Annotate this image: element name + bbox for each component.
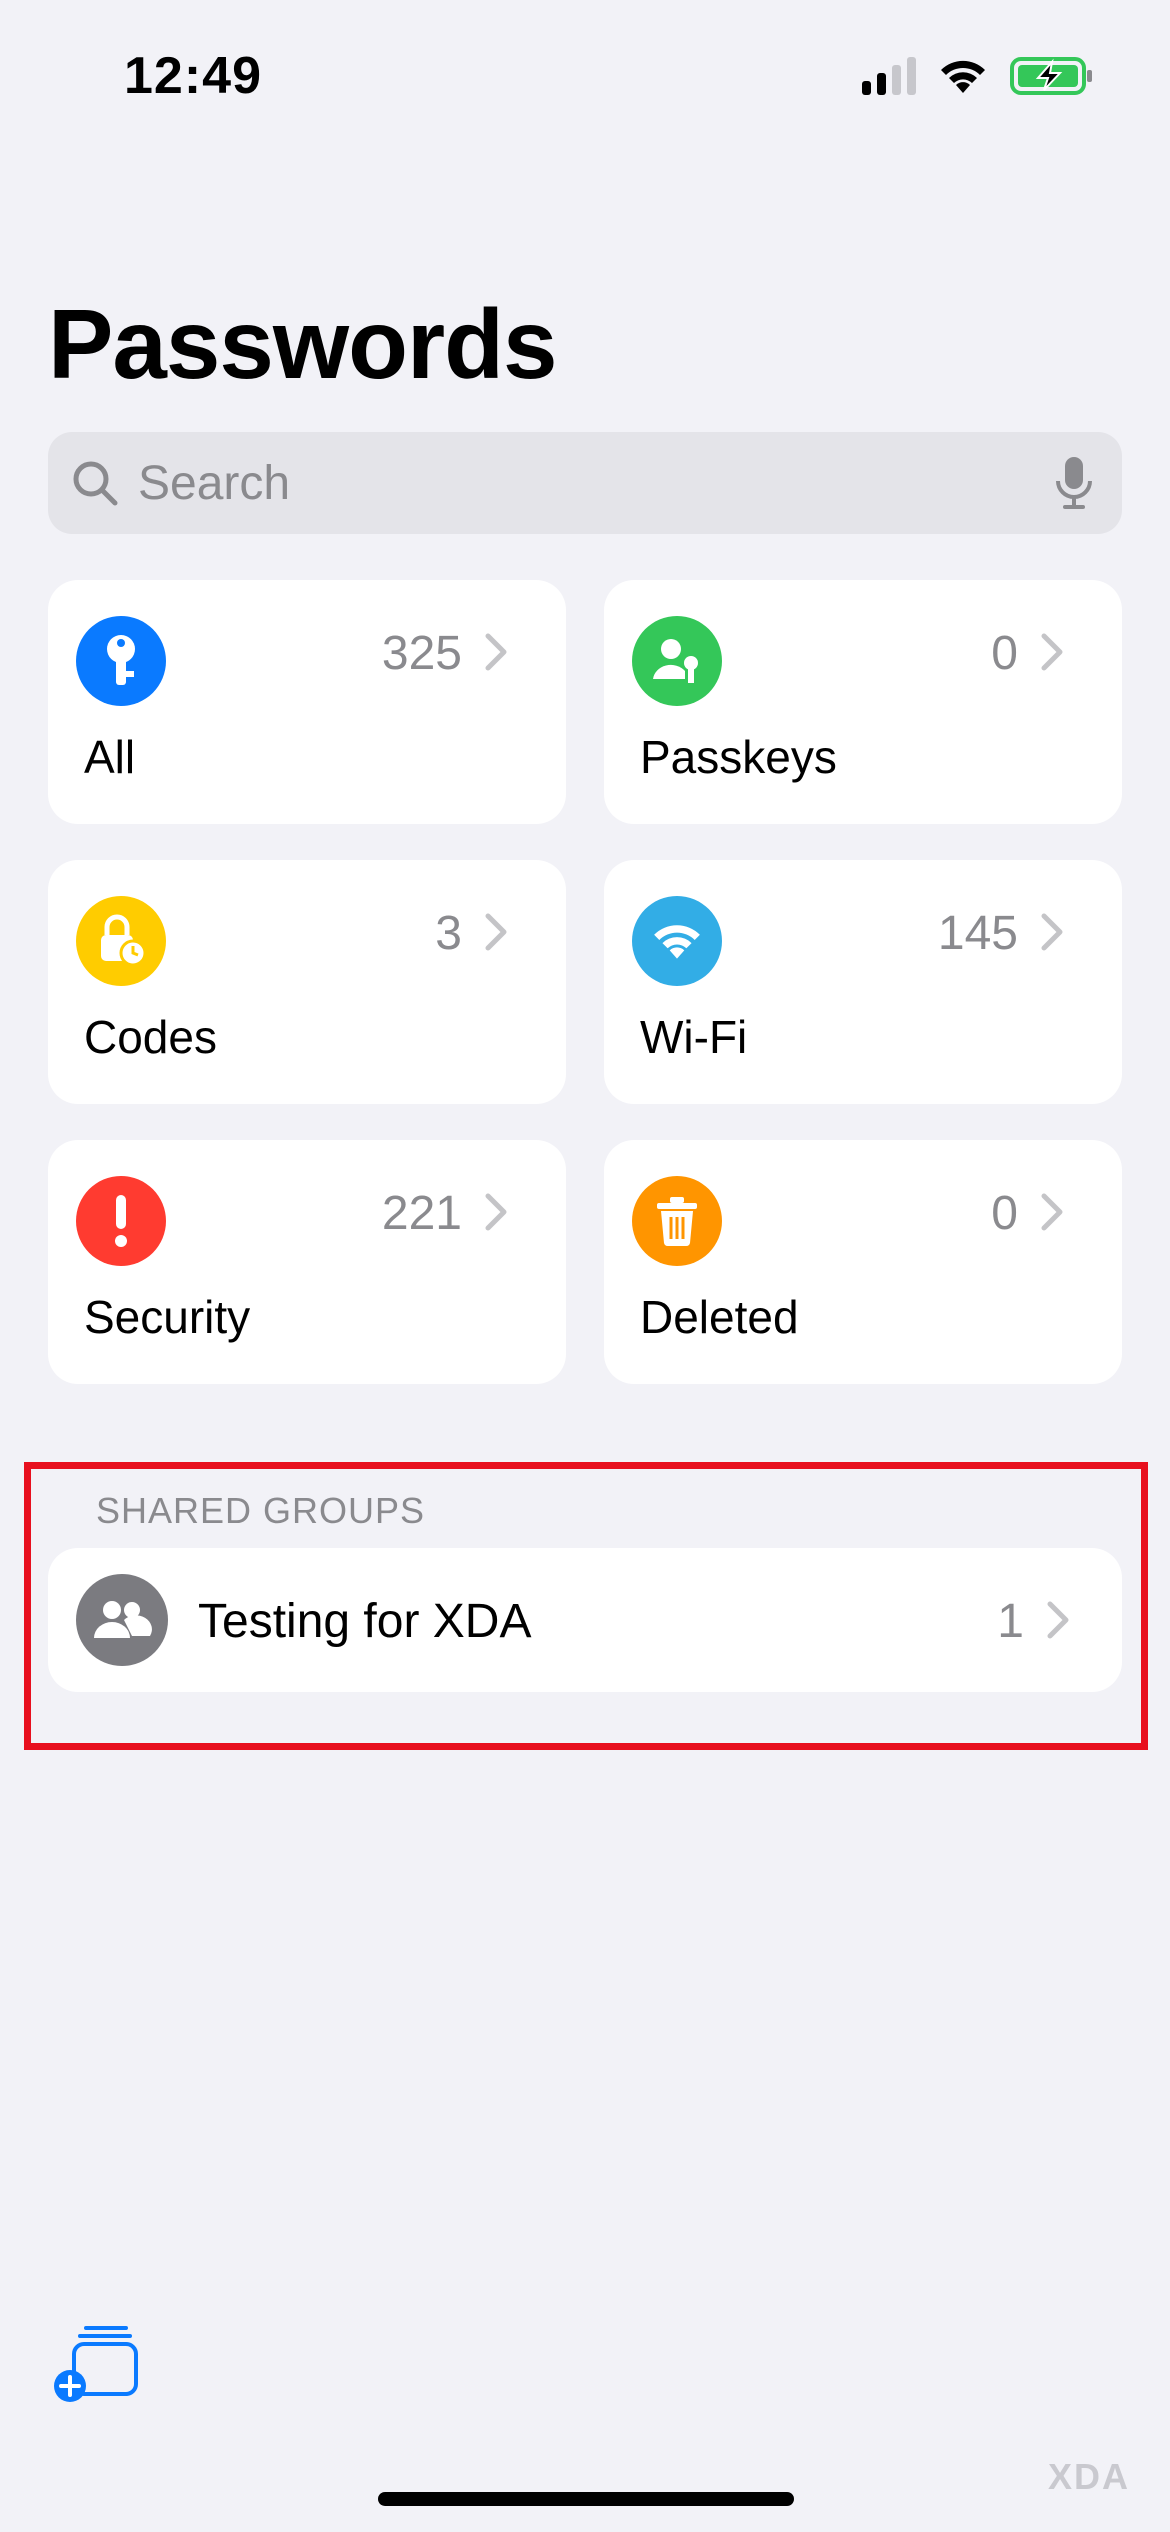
tile-count: 3 — [435, 907, 462, 960]
key-icon — [76, 616, 166, 706]
chevron-right-icon — [1041, 633, 1063, 671]
person-key-icon — [632, 616, 722, 706]
shared-group-count: 1 — [997, 1595, 1024, 1648]
chevron-right-icon — [485, 913, 507, 951]
people-icon — [76, 1574, 168, 1666]
tile-count: 221 — [381, 1187, 462, 1240]
passwords-screen: 12:49 Passwords Search 325 All 0 Passkey… — [0, 0, 1170, 2532]
tile-label: Security — [84, 1291, 251, 1343]
chevron-right-icon — [485, 1193, 507, 1231]
tile-count: 0 — [991, 627, 1018, 680]
tile-label: Codes — [84, 1011, 217, 1063]
shared-group-name: Testing for XDA — [198, 1595, 532, 1648]
tile-label: Deleted — [640, 1291, 799, 1343]
wifi-status-icon — [938, 57, 988, 95]
tile-count: 0 — [991, 1187, 1018, 1240]
shared-group-row[interactable]: Testing for XDA 1 — [48, 1548, 1122, 1692]
chevron-right-icon — [1041, 1193, 1063, 1231]
watermark-logo: XDA — [1047, 2456, 1130, 2497]
tile-label: Wi-Fi — [640, 1011, 748, 1063]
chevron-right-icon — [485, 633, 507, 671]
tile-deleted[interactable]: 0 Deleted — [604, 1140, 1122, 1384]
tile-security[interactable]: 221 Security — [48, 1140, 566, 1384]
chevron-right-icon — [1047, 1601, 1069, 1639]
tile-label: Passkeys — [640, 731, 837, 783]
search-icon — [73, 461, 118, 506]
shared-groups-header: SHARED GROUPS — [96, 1490, 426, 1531]
tile-passkeys[interactable]: 0 Passkeys — [604, 580, 1122, 824]
status-bar: 12:49 — [0, 0, 1170, 150]
tile-codes[interactable]: 3 Codes — [48, 860, 566, 1104]
tile-count: 145 — [937, 907, 1018, 960]
page-title: Passwords — [48, 289, 557, 399]
trash-icon — [632, 1176, 722, 1266]
exclamation-icon — [76, 1176, 166, 1266]
lock-clock-icon — [76, 896, 166, 986]
new-shared-group-button[interactable] — [52, 2324, 142, 2404]
search-bar[interactable]: Search — [48, 432, 1122, 534]
status-icons — [862, 56, 1094, 96]
tile-count: 325 — [381, 627, 462, 680]
battery-charging-icon — [1010, 56, 1094, 96]
home-indicator — [378, 2492, 794, 2506]
tile-wifi[interactable]: 145 Wi-Fi — [604, 860, 1122, 1104]
status-time: 12:49 — [124, 47, 262, 105]
search-input[interactable]: Search — [138, 456, 1054, 511]
microphone-icon[interactable] — [1054, 455, 1094, 511]
tile-all[interactable]: 325 All — [48, 580, 566, 824]
wifi-icon — [632, 896, 722, 986]
chevron-right-icon — [1041, 913, 1063, 951]
tile-label: All — [84, 731, 136, 783]
cellular-signal-icon — [862, 57, 916, 95]
